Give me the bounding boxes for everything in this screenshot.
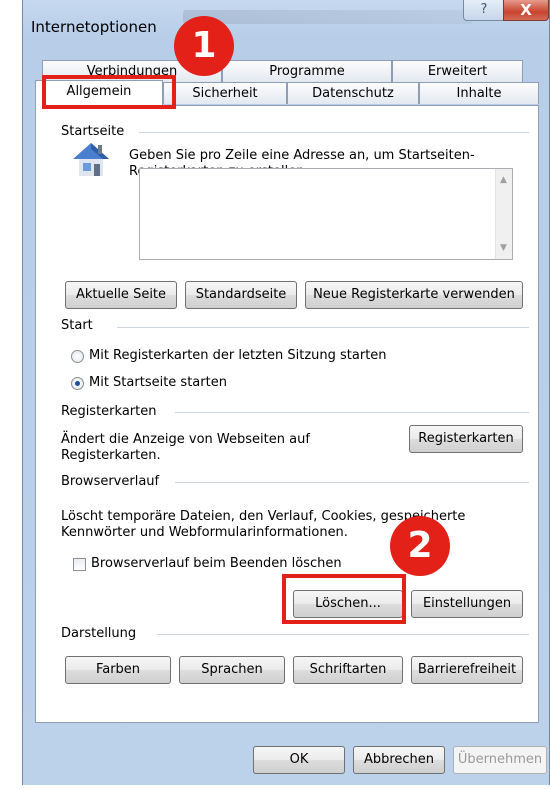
ok-button[interactable]: OK [253, 746, 345, 774]
tab-inhalte[interactable]: Inhalte [419, 82, 539, 104]
current-page-button[interactable]: Aktuelle Seite [65, 281, 177, 309]
radio-homepage-label[interactable]: Mit Startseite starten [89, 375, 227, 391]
tab-programme[interactable]: Programme [222, 60, 392, 82]
tab-sicherheit[interactable]: Sicherheit [163, 82, 287, 104]
history-settings-button[interactable]: Einstellungen [411, 590, 523, 618]
section-divider [139, 132, 529, 133]
scroll-up-arrow-icon[interactable]: ▲ [500, 175, 507, 185]
textarea-scrollbar[interactable]: ▲ ▼ [495, 169, 512, 259]
window-title: Internetoptionen [31, 18, 157, 36]
section-label-registerkarten: Registerkarten [61, 404, 165, 419]
tabs-settings-button[interactable]: Registerkarten [409, 425, 523, 453]
scroll-down-arrow-icon[interactable]: ▼ [500, 243, 507, 253]
default-page-button[interactable]: Standardseite [185, 281, 297, 309]
close-button[interactable]: X [503, 0, 549, 21]
tab-datenschutz[interactable]: Datenschutz [287, 82, 419, 104]
home-page-icon [73, 143, 109, 176]
title-bar[interactable]: Internetoptionen ? X [23, 0, 549, 56]
highlight-delete-button [282, 574, 406, 624]
radio-homepage[interactable] [71, 377, 84, 390]
section-label-start: Start [61, 318, 101, 333]
radio-last-session[interactable] [71, 350, 84, 363]
section-label-browserverlauf: Browserverlauf [61, 474, 168, 489]
section-label-darstellung: Darstellung [61, 626, 145, 641]
section-divider [117, 327, 529, 328]
tab-erweitert[interactable]: Erweitert [392, 60, 523, 82]
section-divider [175, 412, 529, 413]
delete-history-on-exit-checkbox[interactable] [73, 558, 86, 571]
tabs-description: Ändert die Anzeige von Webseiten auf Reg… [61, 432, 310, 463]
section-label-startseite: Startseite [61, 124, 133, 139]
help-button[interactable]: ? [463, 0, 505, 21]
accessibility-button[interactable]: Barrierefreiheit [411, 656, 523, 684]
annotation-badge-1: 1 [174, 16, 234, 76]
apply-button[interactable]: Übernehmen [453, 746, 547, 774]
highlight-allgemein-tab [42, 75, 176, 109]
fonts-button[interactable]: Schriftarten [293, 656, 403, 684]
delete-history-on-exit-label[interactable]: Browserverlauf beim Beenden löschen [91, 556, 342, 572]
new-tab-button[interactable]: Neue Registerkarte verwenden [305, 281, 523, 309]
internet-options-dialog: Internetoptionen ? X Verbindungen Progra… [22, 0, 550, 785]
homepage-address-textarea[interactable]: ▲ ▼ [139, 168, 513, 260]
cancel-button[interactable]: Abbrechen [353, 746, 445, 774]
radio-last-session-label[interactable]: Mit Registerkarten der letzten Sitzung s… [89, 348, 387, 364]
languages-button[interactable]: Sprachen [179, 656, 285, 684]
blurred-background-tabs [183, 10, 473, 24]
section-divider [157, 634, 529, 635]
section-divider [175, 482, 529, 483]
annotation-badge-2: 2 [390, 516, 450, 576]
colors-button[interactable]: Farben [65, 656, 171, 684]
